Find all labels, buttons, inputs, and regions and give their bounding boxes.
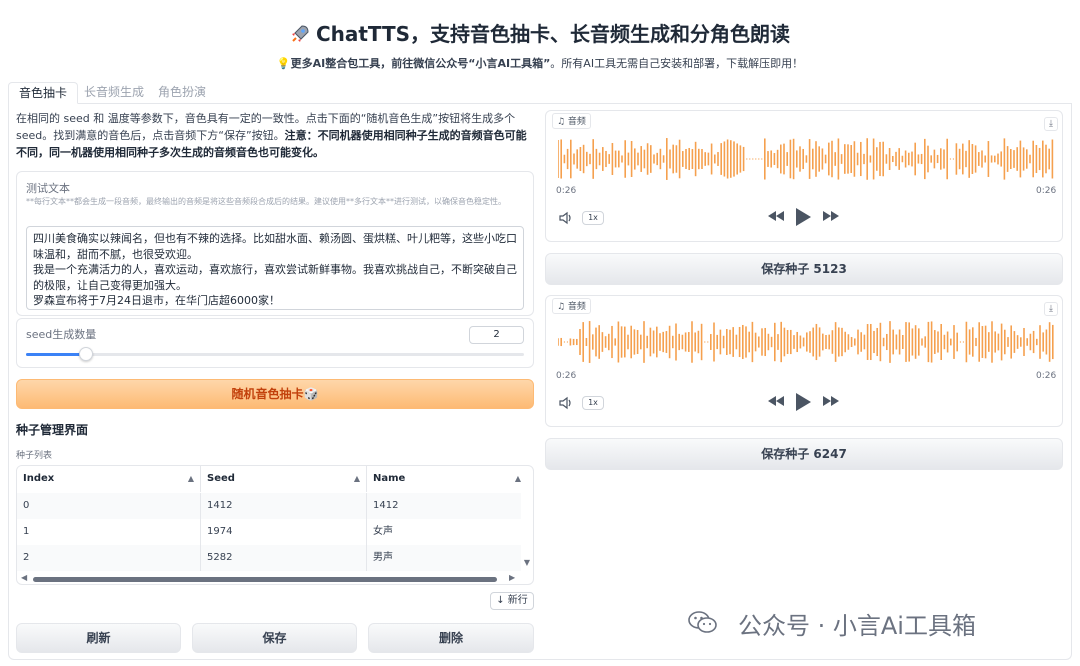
table-cell[interactable]: 1412 (367, 493, 521, 519)
test-text-label: 测试文本 (26, 182, 70, 195)
playback-speed-button[interactable]: 1x (582, 211, 604, 225)
seed-count-input[interactable]: 2 (469, 326, 524, 344)
column-header-seed[interactable]: Seed ▲ (201, 466, 367, 492)
column-header-index[interactable]: Index ▲ (17, 466, 201, 492)
waveform[interactable] (558, 137, 1054, 181)
scroll-down-icon[interactable]: ▼ (524, 558, 530, 567)
save-seed-value: 5123 (813, 262, 847, 276)
refresh-button[interactable]: 刷新 (16, 623, 181, 653)
save-seed-value: 6247 (813, 447, 847, 461)
table-cell[interactable]: 0 (17, 493, 201, 519)
tab-role-play[interactable]: 角色扮演 (148, 82, 216, 104)
delete-button[interactable]: 删除 (368, 623, 534, 653)
audio-time-current: 0:26 (556, 186, 577, 196)
save-seed-button-2[interactable]: 保存种子 6247 (545, 438, 1063, 470)
test-text-hint: **每行文本**都会生成一段音频，最终输出的音频是将这些音频段合成后的结果。建议… (26, 197, 506, 206)
play-icon[interactable] (794, 392, 812, 415)
waveform[interactable] (558, 320, 1054, 364)
seed-count-label: seed生成数量 (26, 328, 97, 341)
seed-table-label: 种子列表 (16, 451, 53, 461)
watermark-text: 公众号 · 小言Ai工具箱 (738, 612, 976, 640)
random-voice-button[interactable]: 随机音色抽卡🎲 (16, 379, 534, 409)
test-text-input[interactable]: 四川美食确实以辣闻名，但也有不辣的选择。比如甜水面、赖汤圆、蛋烘糕、叶儿粑等，这… (26, 226, 524, 310)
seed-count-slider-track[interactable] (26, 353, 524, 356)
fast-forward-icon[interactable] (822, 209, 840, 226)
seed-manager-title: 种子管理界面 (16, 423, 89, 437)
table-cell[interactable]: 1 (17, 519, 201, 545)
new-row-button[interactable]: ↓ 新行 (490, 592, 534, 610)
tab-long-audio[interactable]: 长音频生成 (74, 82, 154, 104)
audio-time-total: 0:26 (1036, 371, 1057, 381)
sort-arrow-icon: ▲ (514, 474, 521, 483)
save-button[interactable]: 保存 (192, 623, 357, 653)
wechat-icon (688, 611, 717, 633)
play-icon[interactable] (794, 207, 812, 230)
audio-player-2: ♫ 音频 ⤓ 0:26 0:26 1x (545, 295, 1063, 427)
scroll-left-icon[interactable]: ◀ (21, 573, 27, 582)
audio-label: ♫ 音频 (552, 298, 591, 314)
download-icon[interactable]: ⤓ (1044, 302, 1058, 316)
audio-time-total: 0:26 (1036, 186, 1057, 196)
header: ChatTTS，支持音色抽卡、长音频生成和分角色朗读 💡更多AI整合包工具，前往… (0, 0, 1080, 80)
tab-bar: 音色抽卡 长音频生成 角色扮演 (8, 82, 1072, 104)
table-cell[interactable]: 女声 (367, 519, 521, 545)
table-cell[interactable]: 1412 (201, 493, 367, 519)
seed-count-slider-thumb[interactable] (79, 347, 93, 361)
save-seed-button-1[interactable]: 保存种子 5123 (545, 253, 1063, 285)
table-cell[interactable]: 5282 (201, 545, 367, 571)
scroll-right-icon[interactable]: ▶ (509, 573, 515, 582)
table-cell[interactable]: 1974 (201, 519, 367, 545)
audio-label: ♫ 音频 (552, 113, 591, 129)
audio-time-current: 0:26 (556, 371, 577, 381)
tab-voice-draw[interactable]: 音色抽卡 (8, 82, 79, 104)
page-title-text: ChatTTS，支持音色抽卡、长音频生成和分角色朗读 (315, 22, 791, 46)
sort-arrow-icon: ▲ (187, 474, 194, 483)
column-header-name[interactable]: Name ▲ (367, 466, 527, 492)
description: 在相同的 seed 和 温度等参数下，音色具有一定的一致性。点击下面的“随机音色… (16, 110, 536, 161)
rocket-icon (290, 22, 310, 46)
volume-icon[interactable] (558, 211, 574, 228)
column-header-name-label: Name (373, 473, 406, 484)
column-header-seed-label: Seed (207, 473, 235, 484)
subtitle-rest: 。所有AI工具无需自己安装和部署，下载解压即用！ (550, 57, 804, 70)
rewind-icon[interactable] (767, 394, 785, 411)
fast-forward-icon[interactable] (822, 394, 840, 411)
table-cell[interactable]: 男声 (367, 545, 521, 571)
save-seed-label: 保存种子 (761, 447, 810, 461)
horizontal-scrollbar[interactable] (33, 577, 497, 582)
page-subtitle: 💡更多AI整合包工具，前往微信公众号“小言AI工具箱”。所有AI工具无需自己安装… (0, 55, 1080, 71)
volume-icon[interactable] (558, 396, 574, 413)
seed-count-slider-fill (26, 353, 86, 356)
subtitle-bold: 更多AI整合包工具，前往微信公众号“小言AI工具箱” (290, 57, 551, 70)
sort-arrow-icon: ▲ (353, 474, 360, 483)
table-cell[interactable]: 2 (17, 545, 201, 571)
column-header-index-label: Index (23, 473, 55, 484)
bulb-icon: 💡 (276, 57, 291, 70)
audio-player-1: ♫ 音频 ⤓ 0:26 0:26 1x (545, 110, 1063, 242)
rewind-icon[interactable] (767, 209, 785, 226)
save-seed-label: 保存种子 (761, 262, 810, 276)
download-icon[interactable]: ⤓ (1044, 117, 1058, 131)
seed-table: Index ▲ Seed ▲ Name ▲ 0 1412 1412 1 1974 女声… (16, 465, 534, 585)
page-title: ChatTTS，支持音色抽卡、长音频生成和分角色朗读 (0, 18, 1080, 47)
playback-speed-button[interactable]: 1x (582, 396, 604, 410)
